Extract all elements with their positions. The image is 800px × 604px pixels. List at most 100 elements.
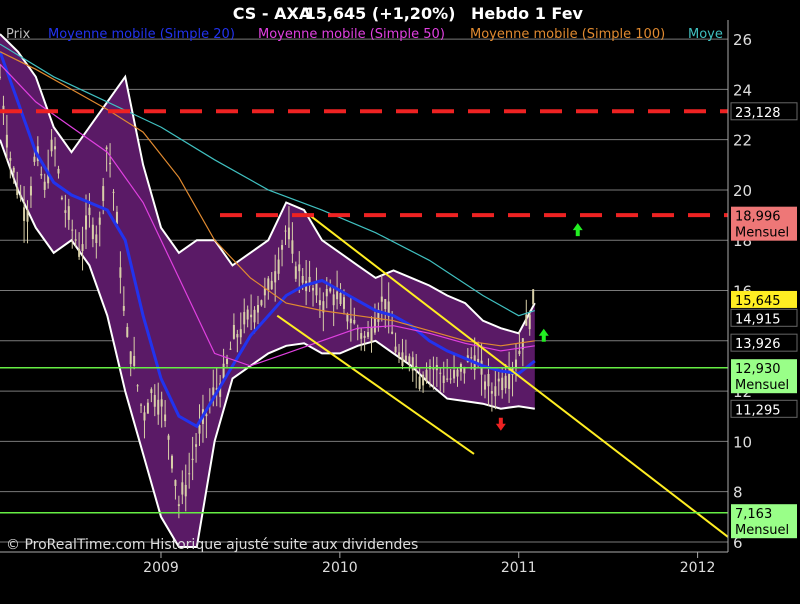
candle-body (504, 375, 507, 389)
candle-body (64, 210, 67, 213)
candle-body (281, 245, 284, 250)
y-tick-label: 24 (733, 81, 752, 99)
candle-body (26, 210, 29, 222)
candle-body (167, 435, 170, 440)
candle-body (226, 358, 229, 365)
candle-body (487, 374, 490, 387)
y-tick-label: 22 (733, 132, 752, 150)
candle-body (140, 404, 143, 406)
candle-body (332, 294, 335, 306)
candle-body (370, 327, 373, 343)
candle-body (298, 264, 301, 272)
candle-body (246, 309, 249, 320)
candle-body (291, 240, 294, 254)
candle-body (318, 300, 321, 306)
candle-body (339, 293, 342, 305)
candle-body (119, 267, 122, 278)
chart-period: Hebdo 1 Fev (471, 4, 584, 23)
candle-body (157, 399, 160, 415)
candle-body (174, 480, 177, 486)
candle-body (16, 187, 19, 196)
candle-body (19, 195, 22, 198)
candle-body (497, 378, 500, 382)
level-tag-4-value: 7,163 (735, 507, 772, 522)
candle-body (336, 291, 339, 300)
candle-body (105, 147, 108, 150)
chart-svg: 681012141618202224262009201020112012 23,… (0, 0, 800, 600)
candle-body (78, 248, 81, 257)
x-tick-label: 2009 (143, 560, 179, 576)
candle-body (494, 386, 497, 397)
value-tag-3-value: 13,926 (735, 337, 781, 352)
candle-body (23, 207, 26, 221)
candle-body (518, 350, 521, 354)
candle-body (422, 374, 425, 386)
legend-item-4: Moyenne mobile (Simple 100) (470, 27, 665, 42)
candle-body (360, 333, 363, 339)
y-tick-label: 8 (733, 484, 743, 502)
candle-body (9, 158, 12, 161)
candle-body (133, 355, 136, 366)
candle-body (115, 211, 118, 224)
candle-body (243, 312, 246, 325)
candle-body (43, 181, 46, 190)
candle-body (98, 217, 101, 225)
candle-body (260, 300, 263, 306)
candle-body (277, 259, 280, 274)
candle-body (449, 378, 452, 380)
candle-body (160, 399, 163, 407)
candle-body (250, 314, 253, 318)
level-tag-2-tag: Mensuel (735, 226, 789, 241)
candle-body (274, 271, 277, 283)
level-tag-1-value: 23,128 (735, 106, 781, 121)
candle-body (425, 369, 428, 382)
x-tick-label: 2012 (680, 560, 716, 576)
candle-body (401, 352, 404, 366)
candle-body (267, 278, 270, 291)
candle-body (312, 287, 315, 291)
footer-copyright: © ProRealTime.com Historique ajusté suit… (6, 537, 418, 553)
candle-body (181, 482, 184, 495)
x-tick-label: 2011 (501, 560, 537, 576)
candle-body (191, 458, 194, 461)
value-tag-4-value: 11,295 (735, 403, 781, 418)
candle-body (456, 369, 459, 377)
candle-body (188, 473, 191, 475)
candle-body (222, 363, 225, 379)
candle-body (67, 206, 70, 220)
candle-body (81, 244, 84, 252)
candle-body (329, 288, 332, 292)
value-tag-2-value: 14,915 (735, 312, 781, 327)
candle-body (508, 373, 511, 389)
candle-body (95, 234, 98, 244)
candle-body (253, 309, 256, 323)
candle-body (415, 365, 418, 367)
price-chart: 681012141618202224262009201020112012 23,… (0, 0, 800, 600)
candle-body (294, 266, 297, 279)
candle-body (353, 319, 356, 324)
candle-body (301, 276, 304, 283)
candle-body (453, 370, 456, 379)
candle-body (232, 325, 235, 339)
candle-body (57, 168, 60, 174)
candle-body (470, 357, 473, 359)
candle-body (287, 227, 290, 240)
candle-body (484, 381, 487, 390)
candle-body (490, 391, 493, 394)
candle-body (12, 167, 15, 173)
candle-body (102, 186, 105, 201)
y-tick-label: 10 (733, 433, 752, 451)
candle-body (391, 331, 394, 334)
candle-body (284, 230, 287, 232)
candle-body (74, 239, 77, 241)
candle-body (170, 455, 173, 469)
level-tag-3-tag: Mensuel (735, 378, 789, 393)
candle-body (91, 224, 94, 240)
candle-body (394, 346, 397, 353)
candle-body (205, 414, 208, 417)
candle-body (236, 334, 239, 338)
candle-body (50, 139, 53, 152)
candle-body (525, 314, 528, 326)
candle-body (129, 351, 132, 365)
candle-body (29, 186, 32, 196)
